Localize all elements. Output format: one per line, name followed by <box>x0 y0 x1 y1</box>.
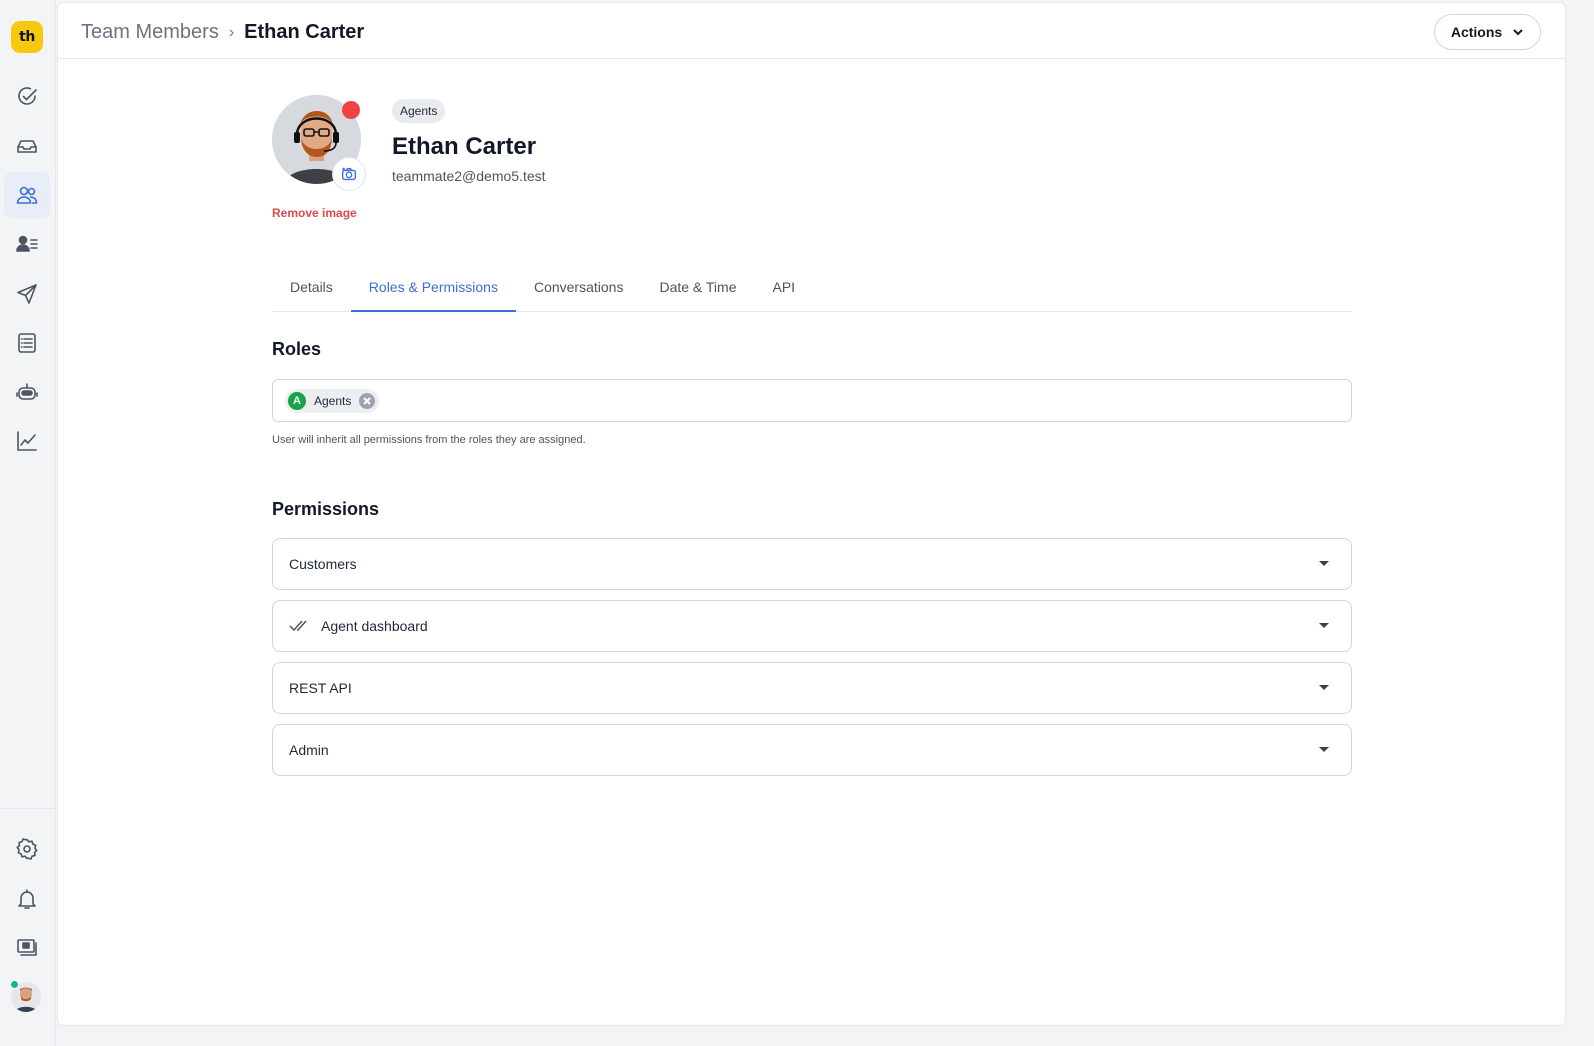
sidebar-item-settings[interactable] <box>4 826 50 872</box>
breadcrumb-current: Ethan Carter <box>244 21 365 43</box>
tab-date-time[interactable]: Date & Time <box>641 271 754 312</box>
permission-label: Customers <box>289 556 357 572</box>
bot-icon <box>16 383 38 400</box>
status-dot <box>342 101 360 119</box>
permission-agent-dashboard[interactable]: Agent dashboard <box>272 600 1352 652</box>
main-panel: Team Members › Ethan Carter Actions Remo… <box>57 2 1566 1026</box>
knowledge-base-icon <box>18 333 36 353</box>
user-online-status <box>10 980 19 989</box>
permission-rest-api[interactable]: REST API <box>272 662 1352 714</box>
sidebar-item-inbox[interactable] <box>4 123 50 169</box>
breadcrumb-team-members[interactable]: Team Members <box>81 21 219 44</box>
tab-api[interactable]: API <box>754 271 813 312</box>
sidebar-divider <box>0 808 56 809</box>
roles-select[interactable]: A Agents <box>272 379 1352 422</box>
sidebar-item-team[interactable] <box>4 172 50 218</box>
bell-icon <box>18 889 36 909</box>
inbox-icon <box>17 140 37 153</box>
roles-help-text: User will inherit all permissions from t… <box>272 434 586 446</box>
permission-label: Admin <box>289 742 329 758</box>
permissions-title: Permissions <box>272 499 380 519</box>
send-icon <box>17 284 37 304</box>
sidebar-item-bots[interactable] <box>4 369 50 415</box>
sidebar-item-campaigns[interactable] <box>4 271 50 317</box>
profile-email: teammate2@demo5.test <box>392 168 546 184</box>
sidebar-item-reports[interactable] <box>4 418 50 464</box>
caret-down-icon <box>1319 623 1329 628</box>
breadcrumb: Team Members › Ethan Carter <box>81 21 364 44</box>
actions-button-label: Actions <box>1450 24 1503 40</box>
caret-down-icon <box>1319 561 1329 566</box>
role-chip: A Agents <box>285 389 380 413</box>
sidebar-item-notifications[interactable] <box>4 876 50 922</box>
check-circle-icon <box>18 87 37 105</box>
permission-label: Agent dashboard <box>321 618 428 634</box>
topbar: Team Members › Ethan Carter Actions <box>58 3 1565 59</box>
tab-details[interactable]: Details <box>272 271 351 312</box>
remove-role-button[interactable] <box>359 393 376 409</box>
sidebar-item-tasks[interactable] <box>4 74 50 120</box>
tab-roles-permissions[interactable]: Roles & Permissions <box>350 271 516 312</box>
billing-icon <box>17 939 37 956</box>
role-chip-label: Agents <box>314 394 352 408</box>
camera-icon <box>342 167 356 181</box>
change-photo-button[interactable] <box>332 157 366 191</box>
sidebar-item-knowledge-base[interactable] <box>4 320 50 366</box>
permission-customers[interactable]: Customers <box>272 538 1352 590</box>
permission-label: REST API <box>289 680 352 696</box>
tab-conversations[interactable]: Conversations <box>516 271 642 312</box>
sidebar-item-billing[interactable] <box>4 924 50 970</box>
app-logo[interactable]: th <box>11 21 43 53</box>
role-chip-avatar: A <box>288 392 306 410</box>
reports-icon <box>17 431 37 451</box>
chevron-right-icon: › <box>228 23 235 41</box>
profile-avatar-wrap <box>272 95 366 191</box>
double-check-icon <box>289 619 309 633</box>
profile-name: Ethan Carter <box>392 133 537 160</box>
tab-bar: Details Roles & Permissions Conversation… <box>272 271 1352 312</box>
users-icon <box>16 186 38 204</box>
actions-button[interactable]: Actions <box>1434 14 1541 50</box>
caret-down-icon <box>1319 747 1329 752</box>
contacts-icon <box>16 235 38 252</box>
gear-icon <box>16 838 38 860</box>
caret-down-icon <box>1319 685 1329 690</box>
role-badge: Agents <box>392 99 446 123</box>
roles-title: Roles <box>272 339 322 359</box>
close-icon <box>363 397 372 405</box>
sidebar: th <box>0 0 56 1046</box>
chevron-down-icon <box>1513 29 1523 36</box>
permission-admin[interactable]: Admin <box>272 724 1352 776</box>
sidebar-item-contacts[interactable] <box>4 221 50 267</box>
remove-image-link[interactable]: Remove image <box>272 206 357 220</box>
